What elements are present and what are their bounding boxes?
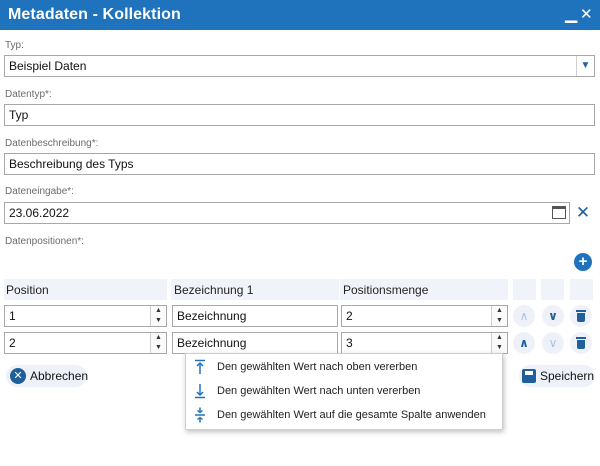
spin-down-icon[interactable]: ▼ [492, 316, 507, 326]
spin-down-icon[interactable]: ▼ [492, 343, 507, 353]
spin-up-icon[interactable]: ▲ [151, 306, 166, 316]
datenpositionen-label: Datenpositionen*: [5, 236, 84, 247]
delete-row-icon[interactable] [570, 332, 592, 354]
menge-value: 3 [346, 336, 353, 350]
chevron-down-icon[interactable]: ▼ [576, 56, 594, 76]
save-icon [522, 369, 536, 383]
calendar-icon[interactable] [552, 206, 566, 219]
menge-value: 2 [346, 309, 353, 323]
window-titlebar: Metadaten - Kollektion ▁ ✕ [0, 0, 600, 30]
close-icon[interactable]: ✕ [580, 5, 593, 23]
menge-stepper[interactable]: 3 ▲ ▼ [341, 332, 508, 354]
table-header-cell [570, 279, 593, 300]
position-value: 2 [9, 336, 16, 350]
clear-date-icon[interactable]: ✕ [574, 204, 592, 222]
datenbeschreibung-label: Datenbeschreibung*: [5, 138, 99, 149]
spin-down-icon[interactable]: ▼ [151, 343, 166, 353]
spin-up-icon[interactable]: ▲ [492, 306, 507, 316]
bezeichnung-input[interactable]: Bezeichnung [172, 305, 338, 327]
spinner[interactable]: ▲ ▼ [491, 333, 507, 353]
spin-up-icon[interactable]: ▲ [151, 333, 166, 343]
cancel-button[interactable]: ✕ Abbrechen [6, 365, 89, 387]
spin-up-icon[interactable]: ▲ [492, 333, 507, 343]
save-button[interactable]: Speichern [519, 365, 595, 387]
typ-select[interactable]: Beispiel Daten ▼ [4, 55, 595, 77]
spinner[interactable]: ▲ ▼ [491, 306, 507, 326]
table-header-cell [513, 279, 536, 300]
add-position-button[interactable]: + [574, 253, 592, 271]
menu-item-inherit-up[interactable]: Den gewählten Wert nach oben vererben [186, 356, 504, 380]
cancel-label: Abbrechen [30, 369, 89, 383]
typ-label: Typ: [5, 40, 24, 51]
table-header-cell [541, 279, 564, 300]
cancel-icon: ✕ [10, 368, 26, 384]
context-menu: Den gewählten Wert nach oben vererben De… [185, 353, 503, 430]
menu-item-inherit-down[interactable]: Den gewählten Wert nach unten vererben [186, 380, 504, 404]
window-title: Metadaten - Kollektion [8, 6, 181, 23]
menu-item-label: Den gewählten Wert nach oben vererben [217, 361, 418, 373]
datentyp-input[interactable]: Typ [4, 104, 595, 126]
column-header-position: Position [6, 283, 49, 297]
move-up-button[interactable]: ∧ [513, 332, 535, 354]
position-stepper[interactable]: 1 ▲ ▼ [4, 305, 167, 327]
spinner[interactable]: ▲ ▼ [150, 333, 166, 353]
inherit-up-icon [195, 359, 205, 374]
spin-down-icon[interactable]: ▼ [151, 316, 166, 326]
datenbeschreibung-input[interactable]: Beschreibung des Typs [4, 153, 595, 175]
column-header-positionsmenge: Positionsmenge [343, 283, 429, 297]
position-stepper[interactable]: 2 ▲ ▼ [4, 332, 167, 354]
delete-row-icon[interactable] [570, 305, 592, 327]
typ-value: Beispiel Daten [9, 59, 87, 73]
dateneingabe-label: Dateneingabe*: [5, 186, 74, 197]
column-header-bezeichnung: Bezeichnung 1 [174, 283, 254, 297]
menu-item-label: Den gewählten Wert auf die gesamte Spalt… [217, 409, 486, 421]
menge-stepper[interactable]: 2 ▲ ▼ [341, 305, 508, 327]
dateneingabe-input[interactable]: 23.06.2022 [4, 202, 570, 224]
save-label: Speichern [540, 369, 595, 383]
bezeichnung-input[interactable]: Bezeichnung [172, 332, 338, 354]
inherit-down-icon [195, 384, 205, 399]
datentyp-label: Datentyp*: [5, 89, 52, 100]
move-down-button[interactable]: ∨ [542, 305, 564, 327]
menu-item-label: Den gewählten Wert nach unten vererben [217, 385, 421, 397]
apply-column-icon [195, 407, 205, 423]
move-up-button[interactable]: ∧ [513, 305, 535, 327]
menu-item-apply-column[interactable]: Den gewählten Wert auf die gesamte Spalt… [186, 404, 504, 428]
spinner[interactable]: ▲ ▼ [150, 306, 166, 326]
minimize-icon[interactable]: ▁ [565, 4, 577, 24]
dateneingabe-value: 23.06.2022 [9, 206, 70, 220]
position-value: 1 [9, 309, 16, 323]
move-down-button[interactable]: ∨ [542, 332, 564, 354]
